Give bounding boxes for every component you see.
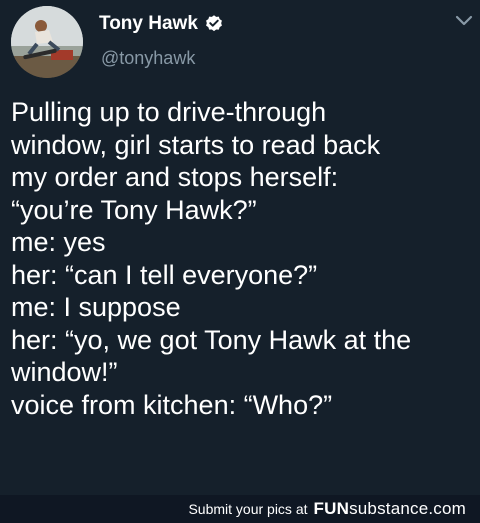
- brand-bold: FUN: [313, 499, 350, 518]
- tweet-line: my order and stops herself:: [11, 162, 339, 192]
- site-brand[interactable]: FUNsubstance.com: [314, 499, 466, 519]
- tweet-text: Pulling up to drive-through window, girl…: [11, 96, 473, 421]
- chevron-down-icon[interactable]: [455, 14, 473, 28]
- tweet-line: her: “can I tell everyone?”: [11, 259, 318, 290]
- author-handle[interactable]: @tonyhawk: [101, 48, 195, 69]
- verified-badge-icon: [205, 15, 222, 32]
- tweet-line: voice from kitchen: “Who?”: [11, 389, 333, 420]
- author-name[interactable]: Tony Hawk: [99, 13, 198, 35]
- watermark-bar: Submit your pics at FUNsubstance.com: [0, 495, 480, 523]
- tweet-card: Tony Hawk @tonyhawk Pulling up to drive-…: [0, 0, 480, 495]
- tweet-line: Pulling up to drive-through: [11, 97, 327, 127]
- brand-rest: substance.com: [349, 499, 466, 518]
- tweet-line: window, girl starts to read back: [11, 129, 381, 160]
- tweet-line: me: I suppose: [11, 292, 181, 322]
- submit-text: Submit your pics at: [188, 501, 308, 517]
- avatar[interactable]: [11, 6, 83, 78]
- avatar-photo: [11, 6, 83, 78]
- author-row[interactable]: Tony Hawk: [99, 12, 224, 36]
- tweet-line: me: yes: [11, 227, 106, 257]
- tweet-line: “you’re Tony Hawk?”: [11, 194, 257, 225]
- tweet-line: her: “yo, we got Tony Hawk at the: [11, 324, 412, 355]
- tweet-line: window!”: [11, 357, 118, 387]
